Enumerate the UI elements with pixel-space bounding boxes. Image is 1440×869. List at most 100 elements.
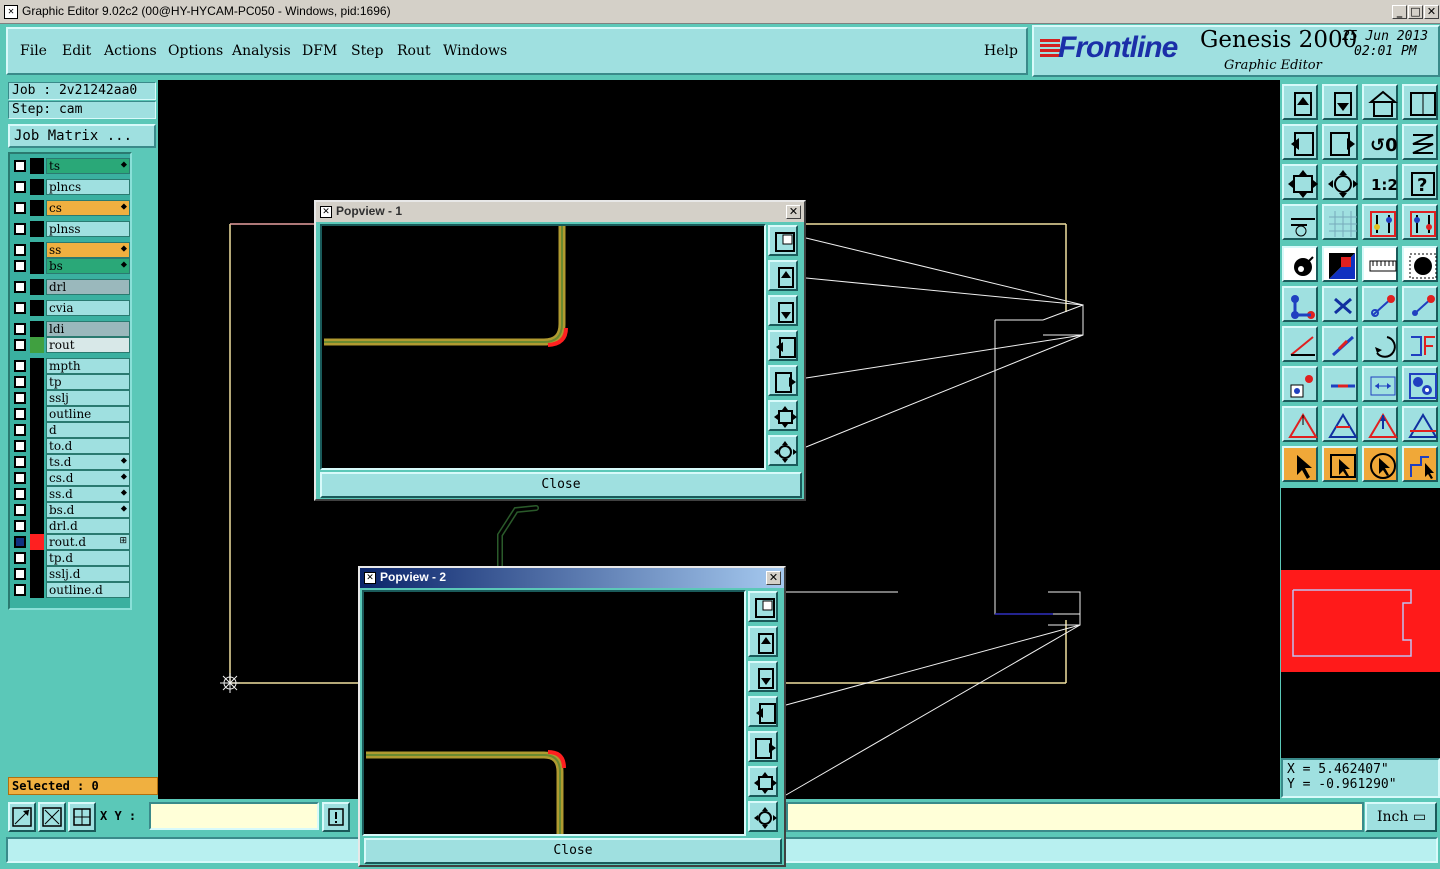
layer-row-bs[interactable]: bs ⬥ [12, 258, 130, 274]
layer-checkbox[interactable] [14, 202, 26, 214]
xy-input[interactable] [149, 802, 319, 830]
layer-checkbox[interactable] [14, 181, 26, 193]
layer-row-tp[interactable]: tp [12, 374, 130, 390]
layer-name[interactable]: sslj.d [46, 566, 130, 582]
layer-color-swatch[interactable] [30, 566, 44, 582]
layer-row-cvia[interactable]: cvia [12, 300, 130, 316]
select-circle-button[interactable] [1362, 446, 1398, 482]
layer-name[interactable]: drl [46, 279, 130, 295]
layer-checkbox[interactable] [14, 244, 26, 256]
layer-color-swatch[interactable] [30, 470, 44, 486]
layer-color-swatch[interactable] [30, 374, 44, 390]
layer-name[interactable]: ldi [46, 321, 130, 337]
layer-checkbox[interactable] [14, 488, 26, 500]
layer-checkbox[interactable] [14, 323, 26, 335]
layer-checkbox[interactable] [14, 339, 26, 351]
layer-name[interactable]: cs.d ⬥ [46, 470, 130, 486]
layer-row-ss[interactable]: ss ⬥ [12, 242, 130, 258]
pv1-pan-right-button[interactable] [768, 365, 798, 396]
menu-actions[interactable]: Actions [104, 43, 157, 59]
layer-color-swatch[interactable] [30, 258, 44, 274]
pv2-fit-all-button[interactable] [748, 766, 778, 797]
measure-button[interactable] [1282, 204, 1318, 240]
layer-color-swatch[interactable] [30, 179, 44, 195]
line-segment-button[interactable] [1322, 366, 1358, 402]
layer-color-swatch[interactable] [30, 390, 44, 406]
layer-name[interactable]: mpth [46, 358, 130, 374]
layer-checkbox[interactable] [14, 472, 26, 484]
popview-2-close-button[interactable]: Close [364, 838, 782, 864]
layer-checkbox[interactable] [14, 456, 26, 468]
layer-checkbox[interactable] [14, 223, 26, 235]
layer-row-d[interactable]: d [12, 422, 130, 438]
pan-right-button[interactable] [1322, 124, 1358, 160]
layer-color-swatch[interactable] [30, 279, 44, 295]
layer-color-swatch[interactable] [30, 358, 44, 374]
select-arrow-button[interactable] [1282, 446, 1318, 482]
help-button[interactable]: ? [1402, 164, 1438, 200]
layer-row-outline[interactable]: outline [12, 406, 130, 422]
overview-map[interactable] [1281, 488, 1440, 758]
snap-angle-button[interactable] [38, 802, 66, 832]
layer-row-plncs[interactable]: plncs [12, 179, 130, 195]
menu-step[interactable]: Step [351, 43, 383, 59]
menu-options[interactable]: Options [168, 43, 223, 59]
layer-row-tp-d[interactable]: tp.d [12, 550, 130, 566]
layer-name[interactable]: plnss [46, 221, 130, 237]
pv1-zoom-fit-button[interactable] [768, 435, 798, 466]
layer-row-bs-d[interactable]: bs.d ⬥ [12, 502, 130, 518]
layer-name[interactable]: ts.d ⬥ [46, 454, 130, 470]
layer-row-cs[interactable]: cs ⬥ [12, 200, 130, 216]
layer-name[interactable]: tp [46, 374, 130, 390]
layer-row-ts[interactable]: ts ⬥ [12, 158, 130, 174]
layer-checkbox[interactable] [14, 260, 26, 272]
units-selector[interactable]: Inch ▭ [1365, 802, 1437, 832]
layer-checkbox[interactable] [14, 302, 26, 314]
menu-dfm[interactable]: DFM [302, 43, 337, 59]
pv2-zoom-home-button[interactable] [748, 626, 778, 657]
feature-color-button[interactable] [1322, 246, 1358, 282]
redraw-button[interactable] [1402, 124, 1438, 160]
menu-edit[interactable]: Edit [62, 43, 91, 59]
layer-name[interactable]: rout [46, 337, 130, 353]
layer-color-swatch[interactable] [30, 337, 44, 353]
job-matrix-button[interactable]: Job Matrix ... [8, 124, 156, 148]
layer-row-outline-d[interactable]: outline.d [12, 582, 130, 598]
layer-color-swatch[interactable] [30, 158, 44, 174]
menu-help[interactable]: Help [984, 43, 1018, 59]
layer-row-to-d[interactable]: to.d [12, 438, 130, 454]
popview-1-close-icon[interactable]: ✕ [786, 205, 801, 219]
menu-rout[interactable]: Rout [397, 43, 431, 59]
undo-view-button[interactable]: ↺0 [1362, 124, 1398, 160]
layer-row-plnss[interactable]: plnss [12, 221, 130, 237]
layer-color-swatch[interactable] [30, 582, 44, 598]
popview-2-close-icon[interactable]: ✕ [766, 571, 781, 585]
layer-name[interactable]: to.d [46, 438, 130, 454]
layer-color-swatch[interactable] [30, 502, 44, 518]
layer-checkbox[interactable] [14, 281, 26, 293]
menu-windows[interactable]: Windows [443, 43, 507, 59]
angle-line-button[interactable] [1282, 326, 1318, 362]
layer-checkbox[interactable] [14, 536, 26, 548]
line-connect-button[interactable] [1362, 286, 1398, 322]
delete-cross-button[interactable] [1322, 286, 1358, 322]
pv2-zoom-in-button[interactable] [748, 591, 778, 622]
zoom-home-button[interactable] [1282, 84, 1318, 120]
layer-color-swatch[interactable] [30, 454, 44, 470]
layer-name[interactable]: rout.d ⊞ [46, 534, 130, 550]
popview-1-close-button[interactable]: Close [320, 472, 802, 498]
layer-row-ts-d[interactable]: ts.d ⬥ [12, 454, 130, 470]
split-view-button[interactable] [1402, 84, 1438, 120]
pv1-fit-all-button[interactable] [768, 400, 798, 431]
layer-color-swatch[interactable] [30, 550, 44, 566]
layer-color-swatch[interactable] [30, 518, 44, 534]
layer-name[interactable]: ts ⬥ [46, 158, 130, 174]
layer-color-swatch[interactable] [30, 221, 44, 237]
layer-checkbox[interactable] [14, 568, 26, 580]
zoom-1to2-button[interactable]: 1:2 [1362, 164, 1398, 200]
select-net-button[interactable] [1402, 446, 1438, 482]
layer-color-swatch[interactable] [30, 406, 44, 422]
command-line[interactable] [786, 802, 1364, 832]
menu-file[interactable]: File [20, 43, 47, 59]
layer-row-cs-d[interactable]: cs.d ⬥ [12, 470, 130, 486]
